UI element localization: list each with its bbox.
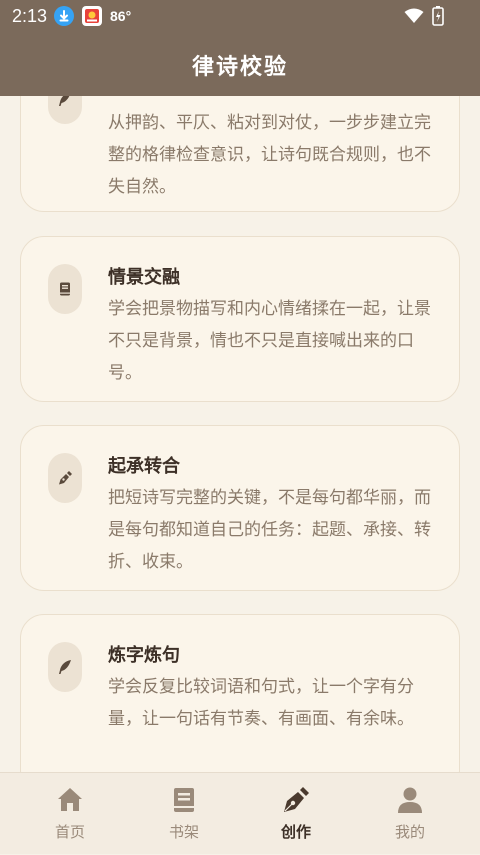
- status-bar: 2:13 86°: [0, 0, 480, 34]
- book-icon: [169, 785, 199, 815]
- nav-label: 创作: [280, 823, 311, 841]
- nav-item-create[interactable]: 创作: [236, 773, 356, 855]
- page-title: 律诗校验: [191, 55, 288, 80]
- card-description: 从押韵、平仄、粘对到对仗，一步步建立完整的格律检查意识，让诗句既合规则，也不失自…: [108, 113, 431, 197]
- status-temperature: 86°: [110, 8, 132, 24]
- status-time: 2:13: [12, 6, 48, 26]
- card-description: 学会把景物描写和内心情绪揉在一起，让景不只是背景，情也不只是直接喊出来的口号。: [108, 299, 431, 383]
- lesson-card-list[interactable]: 从押韵、平仄、粘对到对仗，一步步建立完整的格律检查意识，让诗句既合规则，也不失自…: [0, 96, 480, 772]
- card-title: 情景交融: [108, 267, 180, 288]
- lesson-card[interactable]: 起承转合 把短诗写完整的关键，不是每句都华丽，而是每句都知道自己的任务：起题、承…: [20, 425, 460, 591]
- app-bar: 律诗校验: [0, 34, 480, 96]
- nav-item-profile[interactable]: 我的: [350, 773, 470, 855]
- nav-label: 书架: [168, 823, 199, 841]
- card-title: 起承转合: [108, 456, 180, 477]
- status-left-icons: 86°: [54, 6, 131, 26]
- home-icon: [55, 785, 85, 815]
- person-icon: [395, 785, 425, 815]
- battery-icon: [432, 6, 444, 30]
- lesson-card[interactable]: 从押韵、平仄、粘对到对仗，一步步建立完整的格律检查意识，让诗句既合规则，也不失自…: [20, 96, 460, 212]
- lesson-card[interactable]: 情景交融 学会把景物描写和内心情绪揉在一起，让景不只是背景，情也不只是直接喊出来…: [20, 236, 460, 402]
- card-description: 学会反复比较词语和句式，让一个字有分量，让一句话有节奏、有画面、有余味。: [108, 677, 414, 729]
- nav-item-bookshelf[interactable]: 书架: [124, 773, 244, 855]
- quill-icon: [48, 96, 82, 124]
- pen-nib-icon: [281, 785, 311, 815]
- nav-item-home[interactable]: 首页: [10, 773, 130, 855]
- book-icon: [48, 264, 82, 314]
- app-notification-icon: [82, 6, 102, 26]
- card-description: 把短诗写完整的关键，不是每句都华丽，而是每句都知道自己的任务：起题、承接、转折、…: [108, 488, 431, 572]
- wifi-icon: [404, 8, 424, 28]
- lesson-card[interactable]: 炼字炼句 学会反复比较词语和句式，让一个字有分量，让一句话有节奏、有画面、有余味…: [20, 614, 460, 772]
- download-icon: [54, 6, 74, 26]
- quill-icon: [48, 642, 82, 692]
- nav-label: 首页: [54, 823, 85, 841]
- bottom-navigation: 首页 书架 创作 我的: [0, 772, 480, 854]
- card-title: 炼字炼句: [108, 645, 180, 666]
- nav-label: 我的: [394, 823, 425, 841]
- status-right-icons: [404, 6, 444, 30]
- pen-nib-icon: [48, 453, 82, 503]
